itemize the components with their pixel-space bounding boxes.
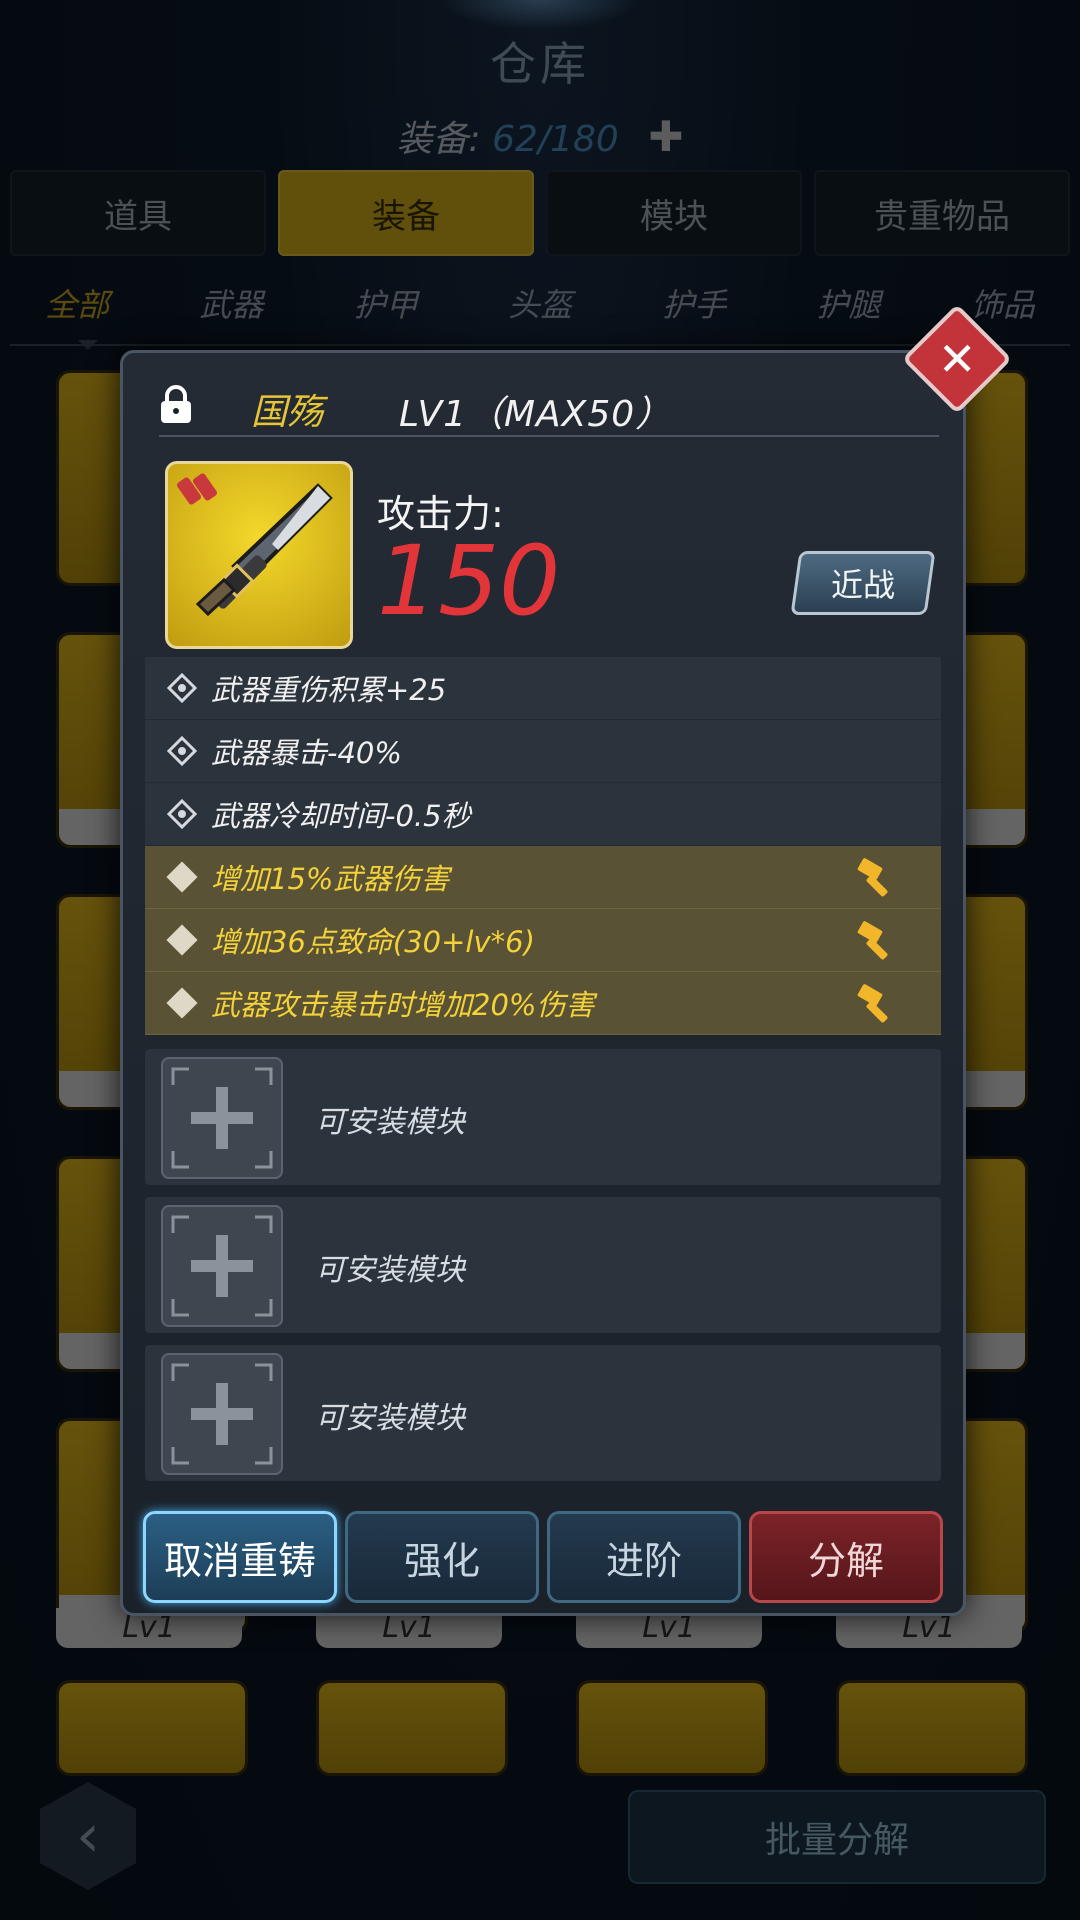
sub-tabs: 全部 武器 护甲 头盔 护手 护腿 饰品 — [0, 280, 1080, 326]
module-slot-label: 可安装模块 — [315, 1401, 465, 1436]
bonus-diamond-icon — [166, 924, 198, 956]
module-slot-box[interactable] — [161, 1205, 283, 1327]
tab-valuables[interactable]: 贵重物品 — [814, 170, 1070, 256]
hammer-icon[interactable] — [855, 982, 897, 1024]
subtab-armor[interactable]: 护甲 — [354, 280, 418, 326]
advance-button[interactable]: 进阶 — [547, 1511, 741, 1603]
weapon-type-label: 近战 — [830, 566, 895, 604]
stat-row: 武器重伤积累+25 — [145, 657, 941, 720]
bonus-row: 增加15%武器伤害 — [145, 846, 941, 909]
stat-text: 武器冷却时间-0.5秒 — [211, 799, 471, 833]
capacity-indicator: 装备: 62/180 ✚ — [0, 110, 1080, 162]
subtab-divider — [10, 344, 1070, 346]
bonus-row: 武器攻击暴击时增加20%伤害 — [145, 972, 941, 1035]
bonus-text: 增加36点致命(30+lv*6) — [211, 925, 535, 959]
batch-decompose-button[interactable]: 批量分解 — [628, 1790, 1046, 1884]
top-glow — [440, 0, 640, 30]
main-tabs: 道具 装备 模块 贵重物品 — [10, 170, 1070, 256]
module-slot-box[interactable] — [161, 1057, 283, 1179]
subtab-helmet[interactable]: 头盔 — [508, 280, 572, 326]
inventory-item-card[interactable] — [56, 1680, 248, 1776]
subtab-accessory[interactable]: 饰品 — [971, 280, 1035, 326]
bonus-row: 增加36点致命(30+lv*6) — [145, 909, 941, 972]
module-slot-label: 可安装模块 — [315, 1253, 465, 1288]
module-slot[interactable]: 可安装模块 — [145, 1345, 941, 1481]
capacity-value: 62/180 — [492, 119, 619, 160]
back-button[interactable]: ‹ — [40, 1782, 136, 1890]
subtab-all[interactable]: 全部 — [45, 280, 109, 326]
weapon-type-badge: 近战 — [790, 551, 936, 615]
lock-icon[interactable] — [159, 385, 193, 425]
attack-value: 150 — [377, 525, 561, 637]
capacity-label: 装备: — [396, 119, 481, 160]
item-header: 国殇 LV1（MAX50） — [159, 379, 939, 437]
item-level: LV1（MAX50） — [399, 394, 673, 435]
tab-modules[interactable]: 模块 — [546, 170, 802, 256]
stat-text: 武器暴击-40% — [211, 736, 402, 770]
tab-items[interactable]: 道具 — [10, 170, 266, 256]
module-slot[interactable]: 可安装模块 — [145, 1197, 941, 1333]
stat-row: 武器暴击-40% — [145, 720, 941, 783]
item-icon — [165, 461, 353, 649]
module-slot-label: 可安装模块 — [315, 1105, 465, 1140]
stat-text: 武器重伤积累+25 — [211, 673, 447, 707]
subtab-weapon[interactable]: 武器 — [199, 280, 263, 326]
stat-diamond-icon — [167, 799, 197, 829]
stats-list: 武器重伤积累+25 武器暴击-40% 武器冷却时间-0.5秒 增加15%武器伤害… — [145, 657, 941, 1035]
cancel-recast-button[interactable]: 取消重铸 — [143, 1511, 337, 1603]
inventory-item-card[interactable] — [576, 1680, 768, 1776]
bonus-diamond-icon — [166, 861, 198, 893]
close-icon: ✕ — [937, 331, 977, 386]
page-title: 仓库 — [490, 37, 590, 91]
stat-diamond-icon — [167, 736, 197, 766]
inventory-item-card[interactable] — [316, 1680, 508, 1776]
stat-diamond-icon — [167, 673, 197, 703]
expand-capacity-icon[interactable]: ✚ — [648, 112, 683, 161]
stat-row: 武器冷却时间-0.5秒 — [145, 783, 941, 846]
chevron-left-icon: ‹ — [76, 1801, 100, 1871]
sword-icon — [176, 473, 333, 617]
plus-icon — [171, 1215, 273, 1317]
item-name: 国殇 — [251, 392, 324, 433]
bonus-text: 武器攻击暴击时增加20%伤害 — [211, 988, 595, 1022]
plus-icon — [171, 1067, 273, 1169]
module-slot-box[interactable] — [161, 1353, 283, 1475]
bonus-text: 增加15%武器伤害 — [211, 862, 450, 896]
enhance-button[interactable]: 强化 — [345, 1511, 539, 1603]
hammer-icon[interactable] — [855, 919, 897, 961]
action-bar: 取消重铸 强化 进阶 分解 — [143, 1511, 943, 1603]
subtab-gloves[interactable]: 护手 — [662, 280, 726, 326]
subtab-pointer — [78, 340, 98, 350]
tab-equipment[interactable]: 装备 — [278, 170, 534, 256]
plus-icon — [171, 1363, 273, 1465]
item-detail-modal: 国殇 LV1（MAX50） 攻击力: 150 近战 武器重伤积累+25 武器暴击… — [120, 350, 966, 1616]
decompose-button[interactable]: 分解 — [749, 1511, 943, 1603]
bonus-diamond-icon — [166, 987, 198, 1019]
module-slot[interactable]: 可安装模块 — [145, 1049, 941, 1185]
inventory-item-card[interactable] — [836, 1680, 1028, 1776]
hammer-icon[interactable] — [855, 856, 897, 898]
subtab-legs[interactable]: 护腿 — [817, 280, 881, 326]
